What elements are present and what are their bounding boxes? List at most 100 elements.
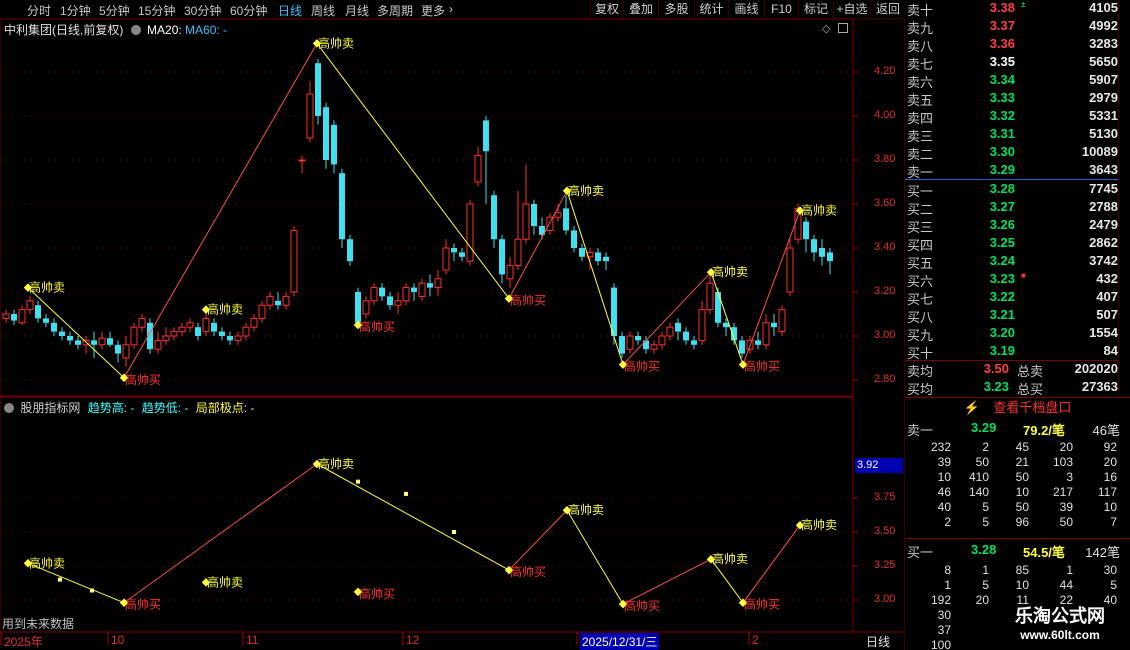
- tab-period-timeshare[interactable]: 分时: [27, 2, 51, 19]
- tab-period-15min[interactable]: 15分钟: [138, 2, 175, 19]
- bid-level[interactable]: 买六 3.23 ■ 432: [905, 271, 1130, 290]
- level-volume: 5130: [1089, 126, 1118, 141]
- tab-period-monthly[interactable]: 月线: [345, 2, 369, 19]
- f10-button[interactable]: F10: [764, 0, 798, 19]
- time-label: 11: [246, 633, 259, 647]
- bid1-label: 买一: [907, 545, 934, 560]
- level-label: 卖五: [907, 93, 934, 108]
- indicator-name: 股朋指标网: [20, 401, 81, 415]
- bid-level[interactable]: 买九 3.20 1554: [905, 325, 1130, 344]
- level-price: 3.38: [989, 0, 1015, 15]
- indicator-zigzag-line: [27, 463, 801, 605]
- ma-toggle-icon[interactable]: [130, 25, 141, 35]
- queue-cell: 50: [1015, 500, 1029, 514]
- candle-body: [466, 203, 474, 262]
- level-price: 3.21: [989, 307, 1015, 322]
- mark-button[interactable]: 标记: [798, 0, 833, 19]
- queue-cell: 37: [937, 623, 951, 637]
- queue-cell: 96: [1015, 515, 1029, 529]
- ask-level[interactable]: 卖三 3.31 5130: [905, 126, 1130, 145]
- level-label: 卖六: [907, 75, 934, 90]
- back-button[interactable]: 返回: [870, 0, 905, 19]
- bid-level[interactable]: 买五 3.24 3742: [905, 253, 1130, 272]
- level-price: 3.22: [989, 289, 1015, 304]
- candle-body: [771, 322, 777, 328]
- diamond-icon[interactable]: ◇: [822, 22, 830, 35]
- window-box-icon[interactable]: [838, 23, 848, 33]
- ask-level[interactable]: 卖七 3.35 5650: [905, 54, 1130, 73]
- qiandang-button[interactable]: ⚡ 查看千档盘口: [905, 398, 1130, 418]
- level-price: 3.19: [989, 343, 1015, 358]
- sell-signal-label: 高帅卖: [207, 574, 243, 589]
- stats-button[interactable]: 统计: [694, 0, 728, 19]
- ask-level[interactable]: 卖二 3.30 10089: [905, 144, 1130, 163]
- ask-level[interactable]: 卖九 3.37 4992: [905, 18, 1130, 37]
- candle-body: [474, 155, 482, 183]
- ask-level[interactable]: 卖五 3.33 2979: [905, 90, 1130, 109]
- level-volume: 10089: [1081, 144, 1118, 159]
- candle-body: [459, 252, 465, 257]
- indicator-toggle-icon[interactable]: [4, 403, 14, 413]
- candle-body: [266, 295, 274, 306]
- total-label: 总买: [1017, 382, 1044, 397]
- level-price: 3.20: [989, 325, 1015, 340]
- level-price: 3.28: [989, 181, 1015, 196]
- ask-level[interactable]: 卖六 3.34 5907: [905, 72, 1130, 91]
- zigzag-segment: [622, 271, 712, 365]
- chevron-right-icon[interactable]: ›: [449, 2, 453, 16]
- draw-line-button[interactable]: 画线: [728, 0, 764, 19]
- level-price: 3.27: [989, 199, 1015, 214]
- time-label: 2025/12/31/三: [580, 633, 660, 650]
- bid-level[interactable]: 买二 3.27 2788: [905, 199, 1130, 218]
- watermark: 乐淘公式网 www.60lt.com: [990, 604, 1130, 650]
- bid-level[interactable]: 买八 3.21 507: [905, 307, 1130, 326]
- level-volume: 5331: [1089, 108, 1118, 123]
- candle-body: [723, 322, 729, 328]
- bid-level[interactable]: 买四 3.25 2862: [905, 235, 1130, 254]
- multi-stock-button[interactable]: 多股: [658, 0, 694, 19]
- overlay-button[interactable]: 叠加: [623, 0, 658, 19]
- queue-cell: 1: [1066, 563, 1073, 577]
- level-price: 3.32: [989, 108, 1015, 123]
- level-price: 3.34: [989, 72, 1015, 87]
- candle-body: [362, 300, 370, 315]
- bid-level[interactable]: 买一 3.28 7745: [905, 181, 1130, 200]
- candle-body: [706, 282, 714, 311]
- bid-level[interactable]: 买三 3.26 2479: [905, 217, 1130, 236]
- add-watch-button[interactable]: +自选: [833, 0, 870, 19]
- candle-body: [387, 296, 393, 306]
- level-label: 卖二: [907, 147, 934, 162]
- candle-body: [698, 309, 706, 341]
- candle-body: [506, 265, 514, 280]
- chart-canvas: 高帅卖高帅买高帅卖高帅买高帅买高帅卖高帅买高帅卖高帅买高帅卖高帅卖高帅卖高帅买高…: [0, 18, 905, 650]
- queue-cell: 410: [968, 470, 989, 484]
- indicator-tick: 3.50: [874, 525, 896, 537]
- price-tick: 2.80: [874, 373, 896, 385]
- tab-period-more[interactable]: 更多: [421, 2, 445, 19]
- bid-level[interactable]: 买七 3.22 407: [905, 289, 1130, 308]
- sell-signal-label: 高帅卖: [568, 502, 604, 517]
- future-data-note: 用到未来数据: [2, 617, 75, 631]
- level-price: 3.36: [989, 36, 1015, 51]
- candle-body: [402, 287, 410, 302]
- tab-period-daily[interactable]: 日线: [278, 2, 302, 19]
- queue-cell: 10: [1015, 578, 1029, 592]
- indicator-dot: [58, 577, 62, 582]
- candle-body: [379, 287, 385, 297]
- tab-period-5min[interactable]: 5分钟: [99, 2, 130, 19]
- adjust-button[interactable]: 复权: [590, 0, 623, 19]
- tab-period-60min[interactable]: 60分钟: [230, 2, 267, 19]
- sell-signal-label: 高帅卖: [801, 517, 837, 532]
- tab-period-1min[interactable]: 1分钟: [60, 2, 91, 19]
- tab-period-weekly[interactable]: 周线: [311, 2, 335, 19]
- bid1-summary: 买一 3.28 54.5/笔 142笔: [905, 542, 1130, 561]
- ask-level[interactable]: 卖十 3.38 ±4105: [905, 0, 1130, 19]
- tab-period-30min[interactable]: 30分钟: [184, 2, 221, 19]
- candle-body: [619, 336, 625, 354]
- ask-level[interactable]: 卖八 3.36 3283: [905, 36, 1130, 55]
- level-price: 3.25: [989, 235, 1015, 250]
- ask-level[interactable]: 卖四 3.32 5331: [905, 108, 1130, 127]
- candle-body: [571, 230, 577, 248]
- level-label: 买五: [907, 256, 934, 271]
- tab-period-multi[interactable]: 多周期: [377, 2, 413, 19]
